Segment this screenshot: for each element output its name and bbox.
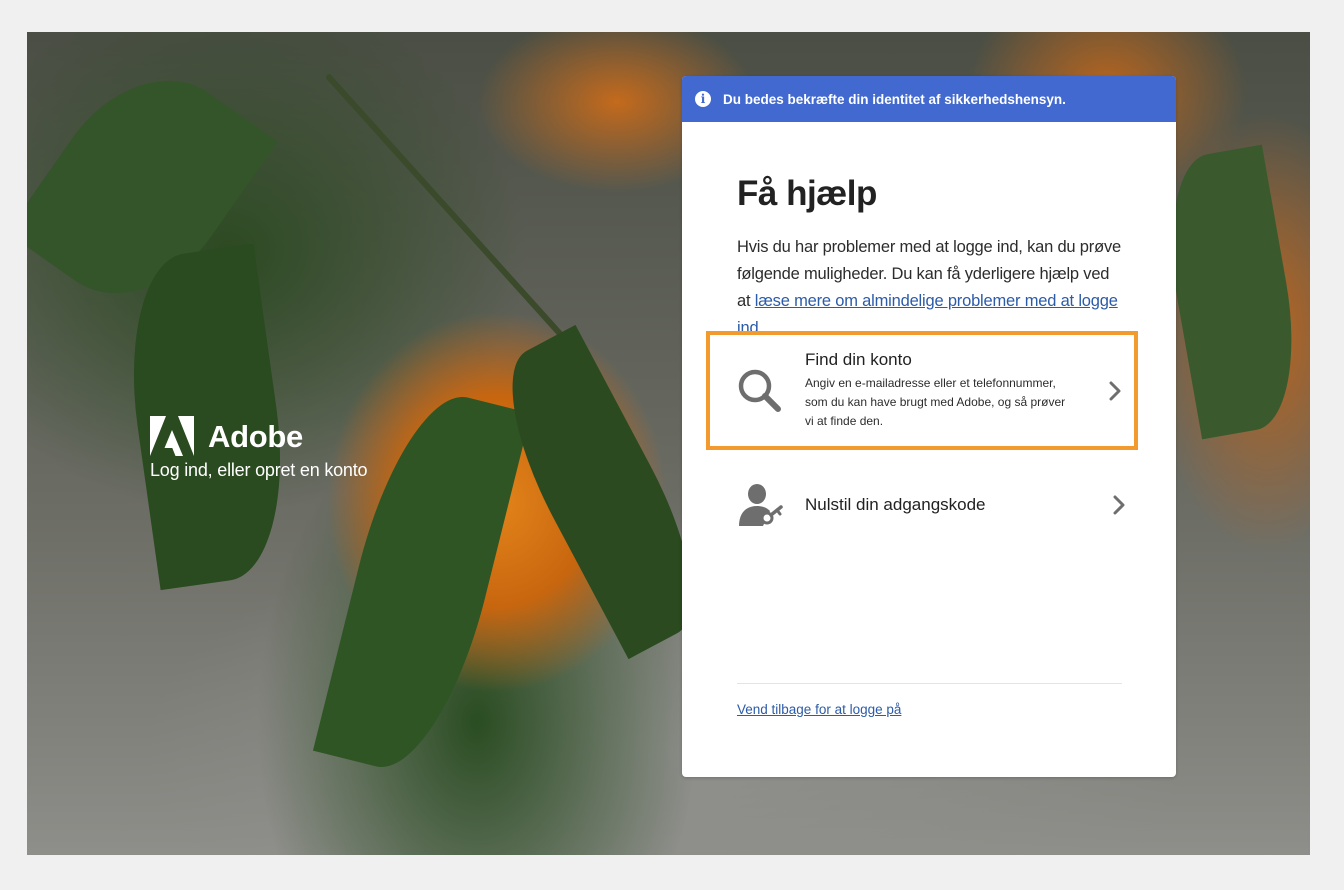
search-icon	[738, 369, 781, 412]
info-icon: i	[695, 91, 711, 107]
banner-text: Du bedes bekræfte din identitet af sikke…	[723, 91, 1066, 107]
reset-password-text: Nulstil din adgangskode	[805, 495, 1112, 515]
background-leaf	[1153, 144, 1310, 440]
reset-password-option[interactable]: Nulstil din adgangskode	[706, 471, 1138, 539]
security-banner: i Du bedes bekræfte din identitet af sik…	[682, 76, 1176, 122]
page-title: Få hjælp	[737, 174, 877, 213]
brand-tagline: Log ind, eller opret en konto	[150, 460, 368, 480]
back-to-signin-link[interactable]: Vend tilbage for at logge på	[737, 702, 901, 717]
intro-text: Hvis du har problemer med at logge ind, …	[737, 234, 1122, 342]
background-stem	[324, 72, 584, 360]
reset-password-title: Nulstil din adgangskode	[805, 495, 986, 514]
find-account-option[interactable]: Find din konto Angiv en e-mailadresse el…	[706, 331, 1138, 450]
brand-logo: Adobe	[150, 416, 367, 458]
find-account-title: Find din konto	[805, 350, 912, 369]
card-content: Få hjælp Hvis du har problemer med at lo…	[682, 174, 1176, 342]
chevron-right-icon	[1109, 381, 1121, 400]
find-account-text: Find din konto Angiv en e-mailadresse el…	[805, 350, 1108, 431]
divider	[737, 683, 1122, 684]
chevron-right-icon	[1113, 495, 1125, 515]
brand-block: Adobe Log ind, eller opret en konto	[150, 416, 368, 481]
find-account-description: Angiv en e-mailadresse eller et telefonn…	[805, 376, 1066, 428]
help-card: i Du bedes bekræfte din identitet af sik…	[682, 76, 1176, 777]
user-key-icon	[739, 484, 783, 526]
brand-name: Adobe	[208, 419, 303, 454]
adobe-logo-icon	[150, 416, 194, 456]
